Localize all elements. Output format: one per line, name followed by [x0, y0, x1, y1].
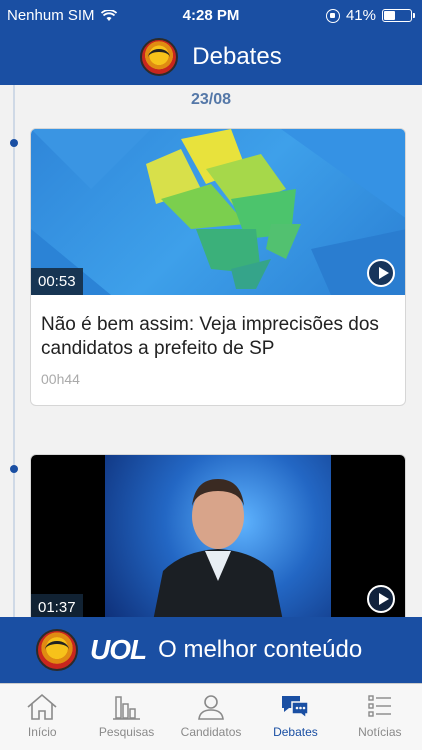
tab-label: Notícias — [358, 725, 402, 739]
bar-chart-icon — [112, 696, 140, 720]
page-title: Debates — [192, 43, 282, 70]
person-icon — [198, 695, 224, 720]
app-header: Debates — [0, 34, 422, 80]
timeline-line — [13, 85, 15, 617]
video-card[interactable]: 00:53 Não é bem assim: Veja imprecisões … — [30, 128, 406, 406]
battery-fill — [384, 11, 396, 20]
status-right: 41% — [325, 7, 415, 24]
tab-bar: Início Pesquisas Candidatos Debates Notí… — [0, 683, 422, 750]
banner-slogan: O melhor conteúdo — [158, 636, 363, 663]
tab-pesquisas[interactable]: Pesquisas — [84, 684, 168, 750]
uol-banner[interactable]: UOL O melhor conteúdo — [0, 617, 422, 683]
list-icon — [368, 695, 391, 717]
chat-bubbles-icon — [282, 696, 310, 720]
top-bar: Nenhum SIM 4:28 PM 41% Debates — [0, 0, 422, 85]
tab-label: Início — [27, 725, 57, 739]
battery-percent: 41% — [345, 7, 376, 24]
video-thumbnail[interactable]: 00:53 — [31, 129, 405, 295]
tab-noticias[interactable]: Notícias — [338, 684, 422, 750]
timeline-dot — [10, 465, 18, 473]
uol-logo-icon — [140, 38, 179, 76]
play-icon[interactable] — [367, 585, 395, 613]
tab-label: Pesquisas — [98, 725, 155, 739]
video-thumbnail[interactable]: 01:37 — [31, 455, 405, 617]
timeline-date: 23/08 — [190, 91, 232, 108]
candidate-image — [153, 479, 283, 617]
debate-video-frame — [105, 455, 331, 617]
tab-label: Debates — [273, 725, 318, 739]
tab-debates[interactable]: Debates — [253, 684, 337, 750]
banner-brand: UOL — [90, 634, 147, 665]
video-headline[interactable]: Não é bem assim: Veja imprecisões dos ca… — [31, 295, 405, 361]
timeline-dot — [10, 139, 18, 147]
home-icon — [27, 693, 57, 720]
video-duration: 01:37 — [31, 594, 83, 617]
brazil-map-image — [31, 129, 405, 295]
play-icon[interactable] — [367, 259, 395, 287]
tab-label: Candidatos — [180, 725, 242, 739]
battery-icon — [382, 9, 415, 22]
status-bar: Nenhum SIM 4:28 PM 41% — [0, 0, 422, 30]
video-card[interactable]: 01:37 — [30, 454, 406, 617]
timeline[interactable]: 23/08 00:53 Não é bem assim: Veja imprec… — [0, 85, 422, 617]
rotation-lock-icon — [325, 8, 340, 23]
video-duration: 00:53 — [31, 268, 83, 295]
uol-logo-icon — [36, 629, 78, 671]
video-time-ago: 00h44 — [41, 371, 80, 387]
tab-inicio[interactable]: Início — [0, 684, 84, 750]
tab-candidatos[interactable]: Candidatos — [169, 684, 253, 750]
